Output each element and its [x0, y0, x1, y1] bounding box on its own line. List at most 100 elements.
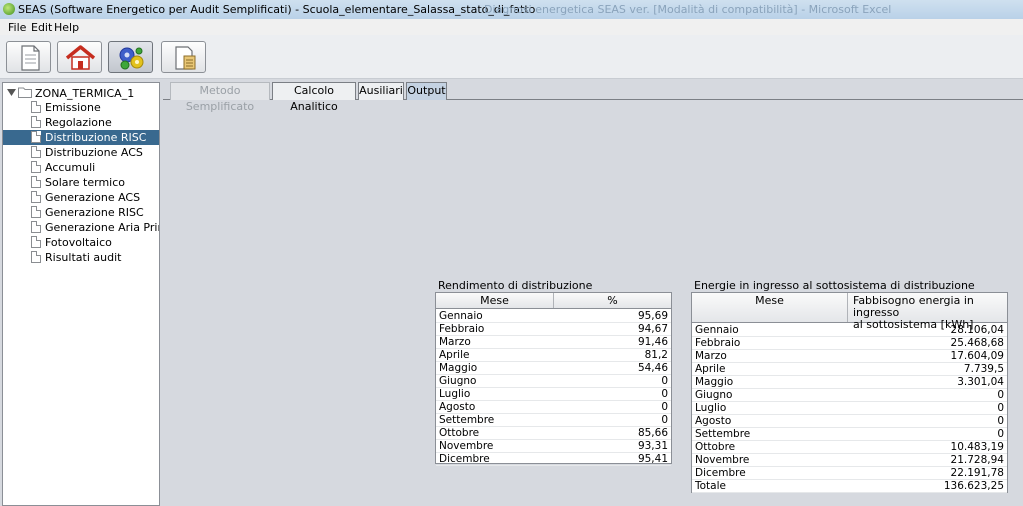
table-header: Mese %	[436, 293, 671, 309]
cell-mese: Novembre	[439, 440, 494, 452]
document-icon	[31, 161, 41, 173]
table-row[interactable]: Luglio 0	[436, 388, 671, 401]
cell-value: 95,41	[637, 453, 668, 465]
table-row[interactable]: Marzo 91,46	[436, 336, 671, 349]
tree-item-generazione-aria-primaria[interactable]: Generazione Aria Primaria	[3, 220, 159, 235]
tab-metodo-semplificato[interactable]: Metodo Semplificato	[170, 82, 270, 113]
tab-strip: Metodo Semplificato Calcolo Analitico Au…	[163, 80, 1023, 113]
cell-value: 22.191,78	[950, 467, 1004, 479]
tree-item-risultati-audit[interactable]: Risultati audit	[3, 250, 159, 265]
cell-value: 0	[997, 402, 1004, 414]
cell-value: 0	[661, 375, 668, 387]
cell-value: 7.739,5	[963, 363, 1004, 375]
cell-value: 0	[997, 415, 1004, 427]
table-row[interactable]: Novembre 21.728,94	[692, 454, 1007, 467]
table-row[interactable]: Maggio 3.301,04	[692, 376, 1007, 389]
table-row[interactable]: Gennaio 95,69	[436, 310, 671, 323]
report-button[interactable]	[161, 41, 206, 73]
table-row[interactable]: Ottobre 10.483,19	[692, 441, 1007, 454]
tab-calcolo-analitico[interactable]: Calcolo Analitico	[272, 82, 356, 113]
table-row[interactable]: Aprile 81,2	[436, 349, 671, 362]
document-icon	[31, 236, 41, 248]
tree-item-solare-termico[interactable]: Solare termico	[3, 175, 159, 190]
document-icon	[31, 146, 41, 158]
toolbar	[0, 35, 1023, 79]
cell-value: 0	[997, 389, 1004, 401]
menu-help[interactable]: Help	[54, 21, 79, 34]
cell-value: 0	[661, 414, 668, 426]
tree-item-distribuzione-risc[interactable]: Distribuzione RISC	[3, 130, 159, 145]
table-row[interactable]: Febbraio 94,67	[436, 323, 671, 336]
cell-value: 93,31	[637, 440, 668, 452]
table-row[interactable]: Settembre 0	[692, 428, 1007, 441]
table-row[interactable]: Settembre 0	[436, 414, 671, 427]
rendimento-table-title: Rendimento di distribuzione	[438, 279, 593, 292]
cell-value: 94,67	[637, 323, 668, 335]
cell-mese: Luglio	[695, 402, 727, 414]
cell-value: 81,2	[644, 349, 668, 361]
column-header-percent[interactable]: %	[554, 293, 671, 308]
table-row[interactable]: Giugno 0	[436, 375, 671, 388]
tree-item-distribuzione-acs[interactable]: Distribuzione ACS	[3, 145, 159, 160]
tab-ausiliari[interactable]: Ausiliari	[358, 82, 404, 100]
cell-mese: Ottobre	[695, 441, 736, 453]
tree-item-regolazione[interactable]: Regolazione	[3, 115, 159, 130]
home-icon	[65, 45, 96, 70]
table-row[interactable]: Giugno 0	[692, 389, 1007, 402]
table-row[interactable]: Marzo 17.604,09	[692, 350, 1007, 363]
menu-bar: File Edit Help	[0, 19, 1023, 35]
document-icon	[31, 221, 41, 233]
energie-table: Mese Fabbisogno energia in ingresso al s…	[691, 292, 1008, 493]
column-header-mese[interactable]: Mese	[692, 293, 848, 322]
cell-value: 0	[661, 388, 668, 400]
column-header-fabbisogno[interactable]: Fabbisogno energia in ingresso al sottos…	[848, 293, 1007, 331]
table-row[interactable]: Febbraio 25.468,68	[692, 337, 1007, 350]
home-button[interactable]	[57, 41, 102, 73]
cell-mese: Settembre	[695, 428, 751, 440]
cell-value: 0	[997, 428, 1004, 440]
cell-value: 28.106,04	[950, 324, 1004, 336]
table-row[interactable]: Totale 136.623,25	[692, 480, 1007, 493]
table-row[interactable]: Dicembre 22.191,78	[692, 467, 1007, 480]
tree-item-generazione-acs[interactable]: Generazione ACS	[3, 190, 159, 205]
title-bar: SEAS (Software Energetico per Audit Semp…	[0, 0, 1023, 19]
new-document-button[interactable]	[6, 41, 51, 73]
tree-item-accumuli[interactable]: Accumuli	[3, 160, 159, 175]
window-title: SEAS (Software Energetico per Audit Semp…	[18, 3, 536, 16]
table-row[interactable]: Ottobre 85,66	[436, 427, 671, 440]
cell-mese: Giugno	[439, 375, 477, 387]
tab-output[interactable]: Output	[406, 82, 447, 100]
menu-edit[interactable]: Edit	[31, 21, 52, 34]
cell-mese: Settembre	[439, 414, 495, 426]
document-icon	[21, 45, 40, 71]
table-row[interactable]: Aprile 7.739,5	[692, 363, 1007, 376]
document-icon	[31, 101, 41, 113]
cell-value: 21.728,94	[950, 454, 1004, 466]
cell-mese: Gennaio	[695, 324, 739, 336]
cell-mese: Luglio	[439, 388, 471, 400]
cell-mese: Agosto	[695, 415, 732, 427]
table-row[interactable]: Maggio 54,46	[436, 362, 671, 375]
background-window-title: Diagnosi energetica SEAS ver. [Modalità …	[484, 3, 892, 16]
report-icon	[175, 46, 196, 70]
menu-file[interactable]: File	[8, 21, 26, 34]
column-header-line-1: Fabbisogno energia in ingresso	[853, 294, 974, 319]
cell-mese: Febbraio	[439, 323, 485, 335]
tree-item-fotovoltaico[interactable]: Fotovoltaico	[3, 235, 159, 250]
cell-value: 95,69	[637, 310, 668, 322]
app-icon	[3, 3, 15, 15]
table-row[interactable]: Luglio 0	[692, 402, 1007, 415]
tree-item-emissione[interactable]: Emissione	[3, 100, 159, 115]
table-row[interactable]: Novembre 93,31	[436, 440, 671, 453]
document-icon	[31, 116, 41, 128]
table-row[interactable]: Agosto 0	[436, 401, 671, 414]
column-header-mese[interactable]: Mese	[436, 293, 554, 308]
calculation-button[interactable]	[108, 41, 153, 73]
table-row[interactable]: Dicembre 95,41	[436, 453, 671, 466]
cell-mese: Novembre	[695, 454, 750, 466]
table-header: Mese Fabbisogno energia in ingresso al s…	[692, 293, 1007, 331]
tree-item-generazione-risc[interactable]: Generazione RISC	[3, 205, 159, 220]
table-row[interactable]: Agosto 0	[692, 415, 1007, 428]
cell-mese: Giugno	[695, 389, 733, 401]
table-row[interactable]: Gennaio 28.106,04	[692, 324, 1007, 337]
